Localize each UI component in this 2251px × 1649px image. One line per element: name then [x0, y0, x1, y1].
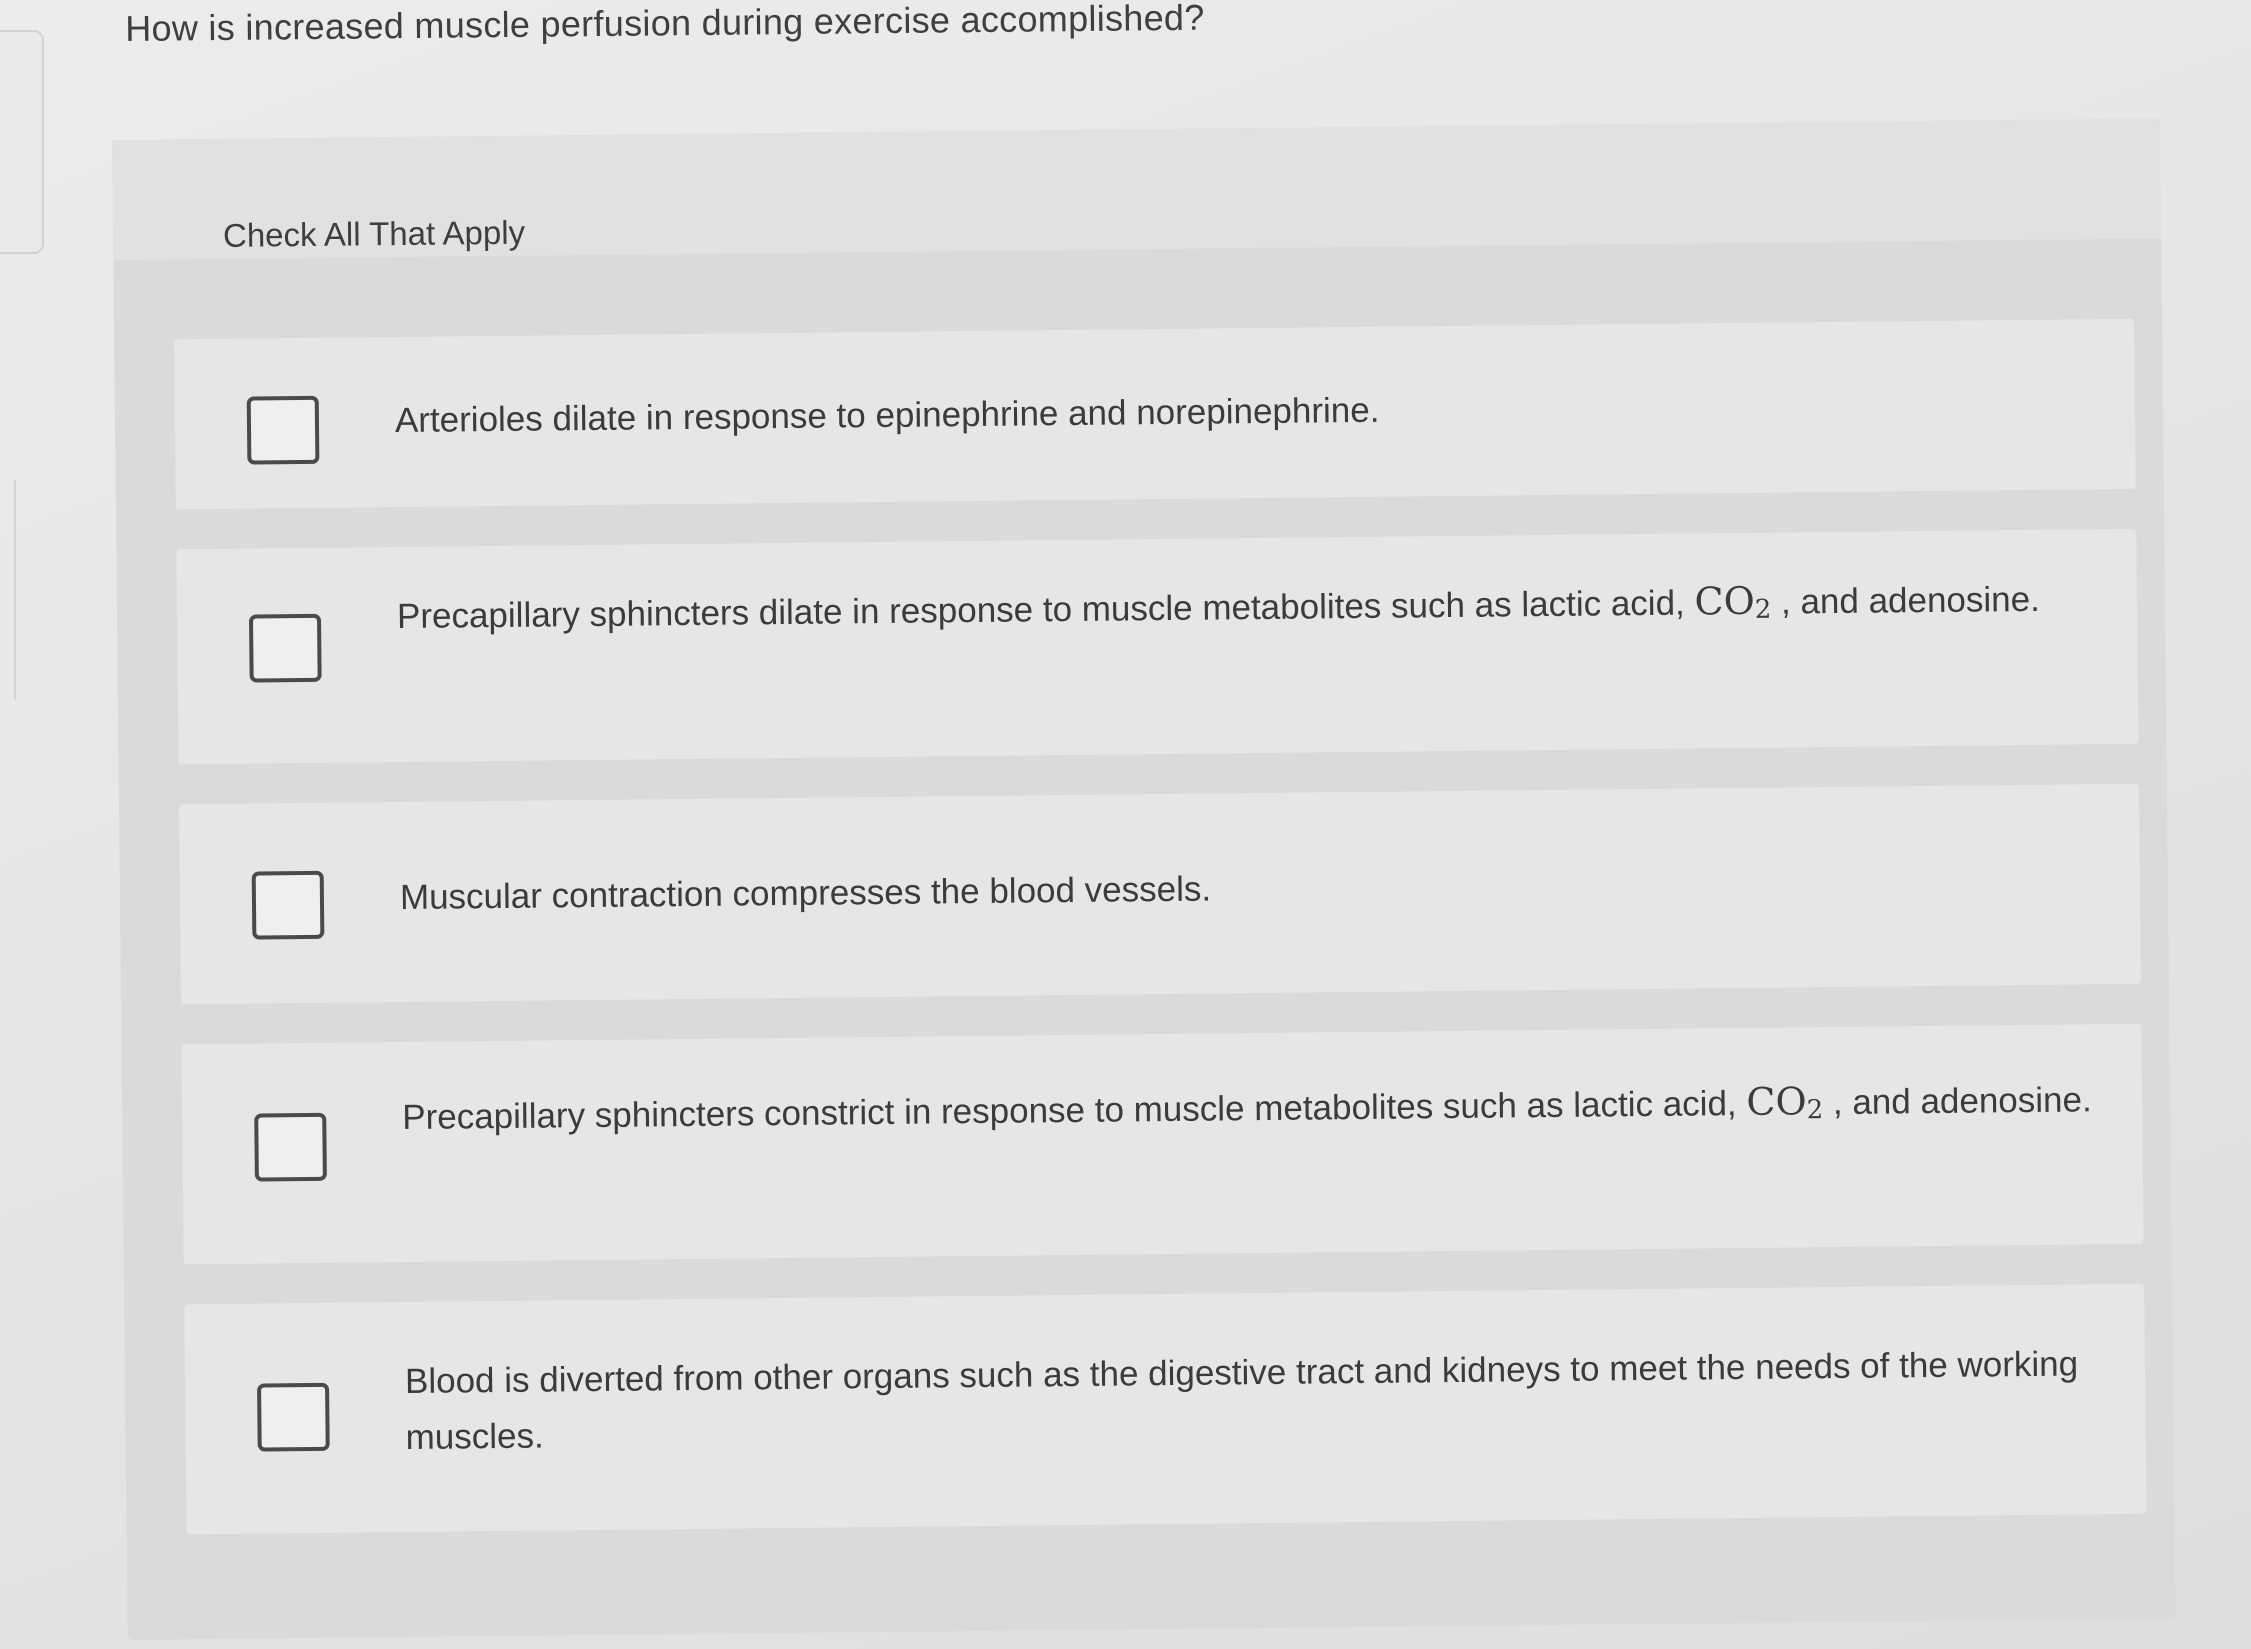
option-1-checkbox[interactable] [246, 395, 320, 465]
option-2-chem-main: CO [1694, 578, 1755, 624]
answer-panel: Check All That Apply Arterioles dilate i… [112, 118, 2176, 1640]
option-4-chem-sub: 2 [1806, 1095, 1824, 1126]
option-4-checkbox[interactable] [254, 1112, 327, 1182]
option-3-checkbox[interactable] [251, 870, 325, 940]
option-4-text-after: , and adenosine. [1832, 1080, 2092, 1123]
option-2[interactable]: Precapillary sphincters dilate in respon… [176, 528, 2139, 765]
option-1-label: Arterioles dilate in response to epineph… [394, 390, 1380, 441]
option-1[interactable]: Arterioles dilate in response to epineph… [174, 318, 2136, 510]
question-title: How is increased muscle perfusion during… [125, 0, 1205, 49]
panel-header: Check All That Apply [112, 118, 2162, 260]
option-5-label: Blood is diverted from other organs such… [404, 1344, 2079, 1457]
option-4-text-before: Precapillary sphincters constrict in res… [402, 1084, 1737, 1138]
option-5[interactable]: Blood is diverted from other organs such… [184, 1283, 2147, 1535]
side-divider [0, 480, 16, 700]
option-2-co2: CO2 [1694, 578, 1772, 625]
option-2-chem-sub: 2 [1754, 594, 1772, 625]
option-2-text-before: Precapillary sphincters dilate in respon… [396, 583, 1685, 637]
option-5-checkbox[interactable] [257, 1382, 330, 1452]
option-2-checkbox[interactable] [248, 613, 322, 683]
option-2-label: Precapillary sphincters dilate in respon… [397, 569, 2098, 652]
side-panel-edge [0, 30, 44, 254]
option-4-co2: CO2 [1746, 1079, 1824, 1126]
option-3[interactable]: Muscular contraction compresses the bloo… [178, 783, 2141, 1005]
option-4[interactable]: Precapillary sphincters constrict in res… [181, 1023, 2144, 1265]
option-4-label: Precapillary sphincters constrict in res… [402, 1070, 2143, 1153]
instructions-label: Check All That Apply [222, 213, 526, 254]
option-4-chem-main: CO [1746, 1079, 1807, 1124]
option-3-label: Muscular contraction compresses the bloo… [399, 869, 1212, 918]
option-2-text-after: , and adenosine. [1780, 579, 2041, 622]
